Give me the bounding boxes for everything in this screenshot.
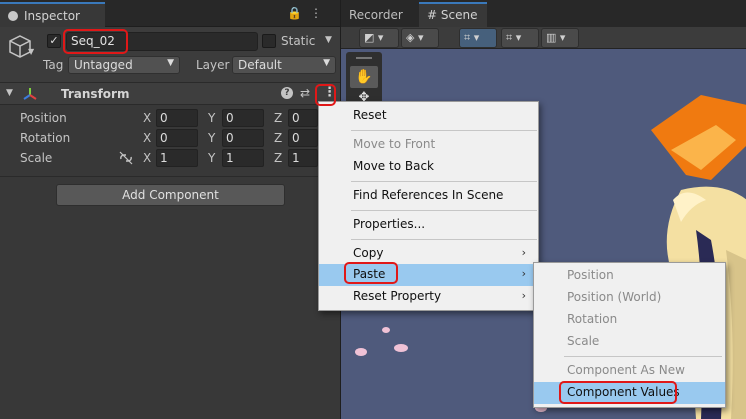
rotation-z-field[interactable]: 0 (288, 129, 318, 147)
menu-separator (351, 210, 537, 211)
menu-item-label: Reset Property (353, 289, 442, 303)
submenu-item-component-as-new: Component As New (567, 363, 685, 377)
scene-toolbar: ◩ ▾ ◈ ▾ ⌗ ▾ ⌗ ▾ ▥ ▾ (341, 27, 746, 49)
menu-separator (351, 130, 537, 131)
layer-label: Layer (196, 58, 230, 72)
icon-dropdown-icon[interactable]: ▼ (28, 47, 34, 56)
scale-x-field[interactable]: 1 (156, 149, 198, 167)
divider (0, 176, 340, 177)
tab-inspector-label: Inspector (24, 9, 80, 23)
transform-axes-icon (23, 88, 37, 100)
static-dropdown-icon[interactable]: ▼ (325, 35, 332, 45)
layer-select[interactable]: Default ▼ (232, 56, 336, 74)
rotation-y-field[interactable]: 0 (222, 129, 264, 147)
presets-icon[interactable]: ⇄ (300, 86, 310, 100)
component-context-menu: Reset Move to Front Move to Back Find Re… (318, 101, 539, 311)
property-label: Position (20, 111, 67, 125)
gizmo-toggle-icon[interactable]: ▥ ▾ (541, 28, 579, 48)
menu-separator (351, 181, 537, 182)
axis-y-label: Y (208, 131, 216, 145)
menu-item-find-references[interactable]: Find References In Scene (319, 185, 538, 207)
tab-inspector[interactable]: Inspector (0, 2, 105, 27)
active-checkbox[interactable]: ✓ (47, 34, 61, 48)
axis-x-label: X (143, 111, 152, 125)
submenu-item-position-world: Position (World) (567, 290, 662, 304)
grid-snapping-icon[interactable]: ⌗ ▾ (459, 28, 497, 48)
chevron-right-icon: › (521, 246, 526, 259)
tab-tools: 🔒⋮ (287, 6, 330, 20)
property-row-position: Position X 0 Y 0 Z 0 (0, 109, 340, 127)
scale-z-field[interactable]: 1 (288, 149, 318, 167)
tab-scene-label: Scene (440, 8, 478, 22)
axis-x-label: X (143, 151, 152, 165)
tag-label: Tag (43, 58, 64, 72)
menu-item-move-to-back[interactable]: Move to Back (319, 156, 538, 178)
position-y-field[interactable]: 0 (222, 109, 264, 127)
tab-recorder[interactable]: Recorder (341, 4, 417, 27)
static-label: Static (281, 34, 316, 48)
transform-component-header[interactable]: ▼ Transform ? ⇄ ⋮ (0, 83, 340, 105)
grid-icon: # (427, 8, 438, 22)
chevron-down-icon: ▼ (323, 58, 330, 68)
submenu-item-rotation: Rotation (567, 312, 618, 326)
component-menu-icon[interactable]: ⋮ (323, 85, 336, 100)
lock-icon[interactable]: 🔒 (287, 6, 310, 20)
info-icon (8, 11, 18, 21)
snap-increment-icon[interactable]: ⌗ ▾ (501, 28, 539, 48)
hand-tool-icon[interactable]: ✋ (350, 66, 378, 88)
menu-item-move-to-front: Move to Front (353, 137, 436, 151)
drag-handle-icon[interactable] (356, 57, 372, 59)
menu-item-copy[interactable]: Copy › (319, 243, 538, 265)
property-row-rotation: Rotation X 0 Y 0 Z 0 (0, 129, 340, 147)
axis-z-label: Z (274, 131, 283, 145)
chevron-right-icon: › (521, 267, 526, 280)
shading-mode-icon[interactable]: ◩ ▾ (359, 28, 399, 48)
inspector-tabbar: Inspector 🔒⋮ (0, 0, 340, 27)
chevron-down-icon: ▼ (167, 58, 174, 68)
position-z-field[interactable]: 0 (288, 109, 318, 127)
tag-value: Untagged (74, 58, 133, 72)
menu-item-label: Copy (353, 246, 384, 260)
more-icon[interactable]: ⋮ (310, 6, 330, 20)
static-checkbox[interactable] (262, 34, 276, 48)
scale-y-field[interactable]: 1 (222, 149, 264, 167)
property-row-scale: Scale X 1 Y 1 Z 1 (0, 149, 340, 167)
constrain-proportions-icon[interactable] (118, 150, 134, 166)
tag-select[interactable]: Untagged ▼ (68, 56, 180, 74)
chevron-right-icon: › (521, 289, 526, 302)
tab-scene[interactable]: # Scene (419, 2, 487, 27)
axis-z-label: Z (274, 111, 283, 125)
help-icon[interactable]: ? (281, 87, 293, 99)
gameobject-header: ▼ ✓ Seq_02 Static ▼ Tag Untagged ▼ Layer… (0, 27, 340, 83)
add-component-button[interactable]: Add Component (56, 184, 285, 206)
foldout-arrow-icon[interactable]: ▼ (6, 88, 13, 98)
submenu-item-scale: Scale (567, 334, 600, 348)
component-title: Transform (61, 87, 130, 101)
inspector-panel: Inspector 🔒⋮ ▼ ✓ Seq_02 Static ▼ Tag Unt… (0, 0, 340, 419)
layer-value: Default (238, 58, 282, 72)
object-name-field[interactable]: Seq_02 (66, 32, 258, 51)
menu-item-label: Paste (353, 267, 386, 281)
menu-item-paste[interactable]: Paste › (319, 264, 538, 286)
axis-z-label: Z (274, 151, 283, 165)
menu-separator (564, 356, 722, 357)
property-label: Rotation (20, 131, 71, 145)
submenu-item-component-values[interactable]: Component Values (534, 382, 725, 404)
axis-y-label: Y (208, 111, 216, 125)
menu-item-reset-property[interactable]: Reset Property › (319, 286, 538, 308)
property-label: Scale (20, 151, 53, 165)
submenu-item-position: Position (567, 268, 614, 282)
draw-mode-icon[interactable]: ◈ ▾ (401, 28, 439, 48)
rotation-x-field[interactable]: 0 (156, 129, 198, 147)
axis-y-label: Y (208, 151, 216, 165)
menu-item-properties[interactable]: Properties... (319, 214, 538, 236)
position-x-field[interactable]: 0 (156, 109, 198, 127)
menu-separator (351, 239, 537, 240)
scene-tabbar: Recorder # Scene (341, 0, 746, 27)
paste-submenu: Position Position (World) Rotation Scale… (533, 262, 726, 408)
menu-item-reset[interactable]: Reset (319, 105, 538, 127)
axis-x-label: X (143, 131, 152, 145)
